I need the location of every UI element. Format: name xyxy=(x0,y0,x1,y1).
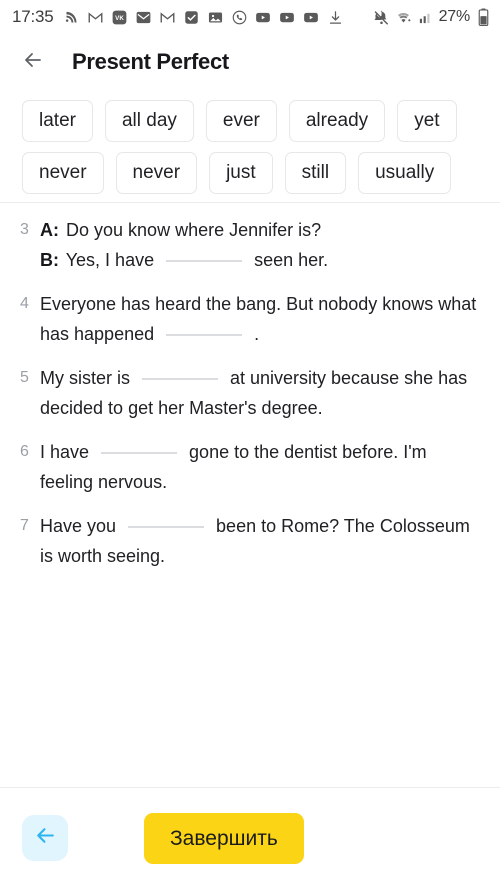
app-header: Present Perfect xyxy=(0,34,500,90)
answer-blank-slot[interactable] xyxy=(166,334,243,336)
answer-blank-slot[interactable] xyxy=(101,452,178,454)
exercise-number: 4 xyxy=(20,295,29,312)
exercise-item: 5 My sister is at university because she h… xyxy=(18,363,482,423)
mute-bell-off-icon xyxy=(373,9,390,26)
youtube-icon xyxy=(255,9,272,26)
header-back-button[interactable] xyxy=(16,45,50,79)
gmail-outline-icon xyxy=(87,9,104,26)
word-bank: later all day ever already yet never never just… xyxy=(0,90,500,202)
checkbox-checked-icon xyxy=(183,9,200,26)
dialogue-speaker-label: B: xyxy=(40,250,59,270)
word-chip[interactable]: later xyxy=(22,100,93,142)
youtube-icon-3 xyxy=(303,9,320,26)
exercise-list: 3 A: Do you know where Jennifer is? B: Yes… xyxy=(0,203,500,787)
exercise-line: Have you been to Rome? The Colosseum is w… xyxy=(40,511,482,571)
exercise-text: A: Do you know where Jennifer is? B: Yes,… xyxy=(40,215,482,275)
mail-envelope-icon xyxy=(135,9,152,26)
word-chip[interactable]: ever xyxy=(205,100,277,142)
exercise-number: 6 xyxy=(20,443,29,460)
viber-call-icon xyxy=(231,9,248,26)
sentence-text-after-blank: seen her. xyxy=(254,250,329,270)
exercise-line: B: Yes, I have seen her. xyxy=(40,245,482,275)
exercise-item: 7 Have you been to Rome? The Colosseum is … xyxy=(18,511,482,571)
status-system-icons: 27% xyxy=(373,8,492,26)
answer-blank-slot[interactable] xyxy=(142,378,218,380)
exercise-number: 7 xyxy=(20,517,29,534)
answer-blank-slot[interactable] xyxy=(166,260,243,262)
status-bar: 17:35 VK 27% xyxy=(0,0,500,34)
battery-percent-label: 27% xyxy=(438,8,471,25)
svg-text:VK: VK xyxy=(115,15,124,22)
battery-icon xyxy=(475,8,492,26)
sentence-text-before-blank: I have xyxy=(40,442,90,462)
sentence-text-after-blank: . xyxy=(254,324,260,344)
sentence-text-before-blank: Have you xyxy=(40,516,117,536)
rss-feed-icon xyxy=(63,9,80,26)
sentence-text-before-blank: Yes, I have xyxy=(65,250,155,270)
exercise-item: 6 I have gone to the dentist before. I'm f… xyxy=(18,437,482,497)
gmail-outline-icon-2 xyxy=(159,9,176,26)
cellular-signal-icon xyxy=(417,9,434,26)
dialogue-speaker-label: A: xyxy=(40,220,59,240)
word-chip[interactable]: already xyxy=(288,100,386,142)
exercise-item: 3 A: Do you know where Jennifer is? B: Yes… xyxy=(18,215,482,275)
sentence-text-before-blank: My sister is xyxy=(40,368,130,388)
word-chip[interactable]: never xyxy=(115,152,198,194)
sentence-text-after-blank: gone to the dentist before. I'm feeling … xyxy=(40,442,427,492)
exercise-line: Everyone has heard the bang. But nobody … xyxy=(40,289,482,349)
word-chip[interactable]: never xyxy=(22,152,104,194)
footer-back-button[interactable] xyxy=(22,815,68,861)
arrow-left-icon xyxy=(33,823,58,853)
word-chip[interactable]: just xyxy=(209,152,273,194)
exercise-number: 3 xyxy=(20,221,29,238)
word-chip[interactable]: all day xyxy=(104,100,194,142)
status-notification-icons: VK xyxy=(63,9,373,26)
word-chip[interactable]: usually xyxy=(358,152,452,194)
exercise-text: I have gone to the dentist before. I'm fe… xyxy=(40,437,482,497)
wifi-icon xyxy=(395,9,412,26)
download-icon xyxy=(327,9,344,26)
photo-image-icon xyxy=(207,9,224,26)
footer-bar: Завершить xyxy=(0,788,500,888)
exercise-text: Everyone has heard the bang. But nobody … xyxy=(40,289,482,349)
word-chip[interactable]: still xyxy=(284,152,347,194)
youtube-icon-2 xyxy=(279,9,296,26)
page-title: Present Perfect xyxy=(72,49,229,74)
arrow-left-icon xyxy=(21,48,45,77)
exercise-text: Have you been to Rome? The Colosseum is w… xyxy=(40,511,482,571)
answer-blank-slot[interactable] xyxy=(128,526,205,528)
word-chip[interactable]: yet xyxy=(397,100,457,142)
exercise-line: I have gone to the dentist before. I'm fe… xyxy=(40,437,482,497)
exercise-item: 4 Everyone has heard the bang. But nobody… xyxy=(18,289,482,349)
exercise-line: My sister is at university because she ha… xyxy=(40,363,482,423)
vk-icon: VK xyxy=(111,9,128,26)
finish-button[interactable]: Завершить xyxy=(144,812,304,864)
status-time: 17:35 xyxy=(12,7,54,26)
exercise-number: 5 xyxy=(20,369,29,386)
exercise-text: My sister is at university because she ha… xyxy=(40,363,482,423)
app-root: 17:35 VK 27% Present Perfect later all d… xyxy=(0,0,500,888)
exercise-line: A: Do you know where Jennifer is? xyxy=(40,215,482,245)
sentence-text-before-blank: Do you know where Jennifer is? xyxy=(66,220,322,240)
